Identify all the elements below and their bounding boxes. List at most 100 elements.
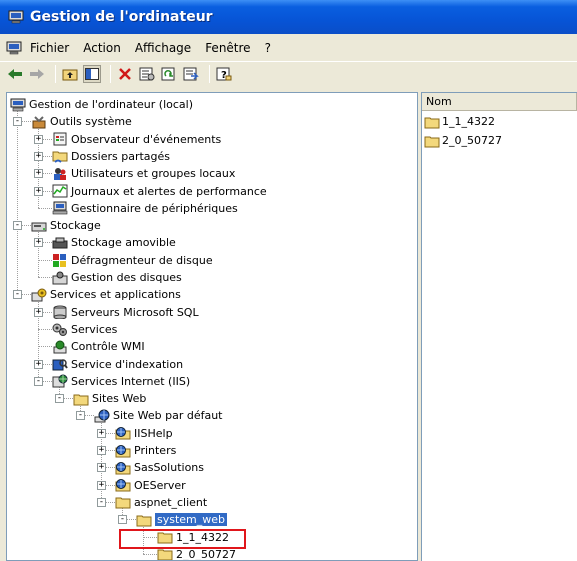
refresh-icon[interactable]: [160, 65, 178, 83]
collapse-button[interactable]: -: [97, 497, 106, 507]
collapse-button[interactable]: -: [55, 394, 64, 404]
menu-fichier[interactable]: Fichier: [30, 41, 69, 55]
tree-item[interactable]: IISHelp: [115, 425, 173, 442]
help-icon[interactable]: ?: [215, 65, 233, 83]
folder-icon: [73, 394, 89, 406]
event-viewer-icon: [53, 132, 67, 146]
tree-item[interactable]: Sites Web: [73, 390, 146, 407]
device-manager-icon: [52, 201, 68, 215]
tree-item-label: Stockage amovible: [71, 236, 176, 250]
computer-icon: [10, 98, 26, 111]
tree-connector-line: [17, 109, 18, 295]
collapse-button[interactable]: -: [13, 290, 22, 300]
tree-item[interactable]: OEServer: [115, 477, 186, 494]
iis-icon: [52, 374, 68, 388]
tree-item[interactable]: Outils système: [31, 113, 132, 130]
collapse-button[interactable]: -: [13, 117, 22, 127]
menu-action[interactable]: Action: [83, 41, 121, 55]
web-folder-icon: [115, 461, 131, 475]
menu-affichage[interactable]: Affichage: [135, 41, 191, 55]
tree-item-label: 2_0_50727: [176, 547, 236, 561]
tree-connector-line: [38, 328, 52, 330]
tree-item-label: Serveurs Microsoft SQL: [71, 305, 199, 319]
tree-item[interactable]: system_web: [136, 511, 228, 528]
tree-item[interactable]: Journaux et alertes de performance: [52, 183, 267, 200]
tree-item[interactable]: Gestion de l'ordinateur (local): [10, 96, 193, 113]
tree-item[interactable]: Gestionnaire de périphériques: [52, 200, 238, 217]
disk-management-icon: [52, 271, 68, 284]
storage-icon: [31, 222, 47, 232]
window-menu-icon[interactable]: [6, 41, 22, 55]
web-folder-icon: [115, 444, 131, 457]
column-header-nom[interactable]: Nom: [422, 93, 577, 111]
delete-icon[interactable]: [116, 65, 134, 83]
tree-item[interactable]: Défragmenteur de disque: [52, 252, 213, 269]
tree-item[interactable]: Dossiers partagés: [52, 148, 170, 165]
list-item[interactable]: 2_0_50727: [422, 132, 577, 149]
export-list-icon[interactable]: [182, 65, 200, 83]
forward-arrow-icon[interactable]: [28, 65, 46, 83]
folder-icon: [424, 117, 440, 128]
tree-connector-line: [38, 259, 52, 261]
tree-item[interactable]: aspnet_client: [115, 494, 207, 511]
properties-icon[interactable]: [138, 65, 156, 83]
collapse-button[interactable]: -: [76, 411, 85, 421]
expand-button[interactable]: +: [97, 446, 106, 455]
expand-button[interactable]: +: [34, 151, 43, 161]
list-item[interactable]: 1_1_4322: [422, 113, 577, 130]
tree-item-label: Outils système: [50, 115, 132, 129]
console-tree[interactable]: Gestion de l'ordinateur (local) Outils sy…: [6, 92, 418, 561]
tree-item[interactable]: Site Web par défaut: [94, 407, 222, 424]
tree-item[interactable]: Serveurs Microsoft SQL: [52, 304, 199, 321]
expand-button[interactable]: +: [34, 134, 43, 144]
tools-icon: [32, 116, 46, 129]
expand-button[interactable]: +: [34, 169, 43, 179]
up-folder-icon[interactable]: [61, 65, 79, 83]
tree-item-label: Gestion de l'ordinateur (local): [29, 98, 194, 111]
tree-item[interactable]: Printers: [115, 442, 176, 459]
back-arrow-icon[interactable]: [6, 65, 24, 83]
details-list[interactable]: Nom 1_1_4322 2_0_50727: [421, 92, 577, 561]
tree-item-label: Printers: [134, 444, 177, 457]
tree-item-label: IISHelp: [134, 426, 173, 440]
expand-button[interactable]: +: [97, 480, 106, 490]
tree-item[interactable]: Services et applications: [31, 286, 181, 303]
expand-button[interactable]: +: [97, 463, 106, 473]
tree-item[interactable]: Services: [52, 321, 117, 338]
computer-management-icon: [8, 10, 24, 24]
folder-icon: [424, 136, 440, 147]
show-hide-tree-icon[interactable]: [83, 64, 101, 83]
tree-item[interactable]: Observateur d'événements: [52, 131, 221, 148]
collapse-button[interactable]: -: [13, 221, 22, 231]
website-icon: [94, 409, 110, 423]
tree-item[interactable]: Services Internet (IIS): [52, 373, 190, 390]
menu-help[interactable]: ?: [265, 41, 271, 55]
expand-button[interactable]: +: [34, 186, 43, 196]
tree-item-label: Site Web par défaut: [113, 409, 223, 423]
tree-item[interactable]: Utilisateurs et groupes locaux: [52, 165, 235, 182]
tree-item[interactable]: Stockage: [31, 217, 101, 234]
tree-item-label: Sites Web: [92, 392, 147, 406]
tree-item[interactable]: Contrôle WMI: [52, 338, 145, 355]
tree-item-label: Dossiers partagés: [71, 149, 171, 163]
tree-item[interactable]: SasSolutions: [115, 459, 204, 476]
expand-button[interactable]: +: [34, 238, 43, 248]
window-title: Gestion de l'ordinateur: [30, 9, 213, 25]
tree-item[interactable]: Stockage amovible: [52, 234, 176, 251]
tree-item-label: Journaux et alertes de performance: [71, 184, 267, 198]
folder-icon: [157, 549, 173, 560]
tree-item-label: Gestion des disques: [71, 271, 182, 284]
tree-item[interactable]: Gestion des disques: [52, 269, 182, 286]
tree-item-label: SasSolutions: [134, 461, 204, 475]
title-bar[interactable]: Gestion de l'ordinateur: [0, 0, 577, 34]
collapse-button[interactable]: -: [118, 515, 127, 525]
menu-bar: Fichier Action Affichage Fenêtre ?: [0, 38, 577, 58]
menu-fenetre[interactable]: Fenêtre: [205, 41, 250, 55]
expand-button[interactable]: +: [34, 307, 43, 317]
list-item-label: 1_1_4322: [442, 115, 495, 128]
expand-button[interactable]: +: [97, 428, 106, 438]
expand-button[interactable]: +: [34, 359, 43, 369]
collapse-button[interactable]: -: [34, 376, 43, 386]
tree-item[interactable]: Service d'indexation: [52, 356, 183, 373]
tree-connector-line: [38, 207, 52, 209]
